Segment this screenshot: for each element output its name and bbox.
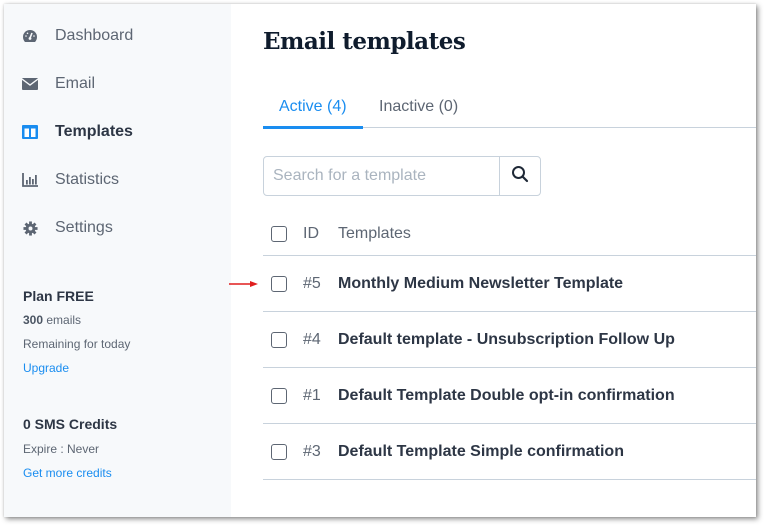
template-name[interactable]: Default template - Unsubscription Follow… bbox=[338, 331, 675, 349]
sidebar-item-settings[interactable]: Settings bbox=[22, 216, 113, 240]
annotation-arrow-icon bbox=[229, 280, 258, 287]
row-checkbox[interactable] bbox=[271, 443, 287, 460]
app-window: Dashboard Email Templates Statistics Set… bbox=[4, 4, 756, 517]
tab-active[interactable]: Active (4) bbox=[279, 98, 347, 116]
template-name[interactable]: Default Template Double opt-in confirmat… bbox=[338, 387, 675, 405]
emails-label: emails bbox=[43, 313, 82, 327]
tab-inactive[interactable]: Inactive (0) bbox=[379, 98, 458, 116]
column-header-templates: Templates bbox=[338, 224, 411, 242]
template-id: #1 bbox=[303, 386, 321, 404]
gear-icon bbox=[22, 220, 38, 236]
table-row: #1 Default Template Double opt-in confir… bbox=[263, 368, 756, 424]
table-row: #3 Default Template Simple confirmation bbox=[263, 424, 756, 480]
template-id: #3 bbox=[303, 442, 321, 460]
column-header-id: ID bbox=[303, 224, 319, 242]
envelope-icon bbox=[22, 76, 38, 92]
sidebar-item-templates[interactable]: Templates bbox=[22, 120, 133, 144]
main-content: Email templates Active (4) Inactive (0) … bbox=[229, 4, 756, 517]
plan-title: Plan FREE bbox=[23, 288, 94, 304]
table-row: #5 Monthly Medium Newsletter Template bbox=[229, 256, 756, 312]
row-checkbox[interactable] bbox=[271, 387, 287, 404]
bar-chart-icon bbox=[22, 172, 38, 188]
sidebar-item-label: Statistics bbox=[55, 171, 120, 188]
sidebar-item-label: Dashboard bbox=[55, 27, 134, 44]
templates-table: ID Templates #5 Monthly Medium Newslette… bbox=[229, 212, 756, 480]
sms-section: 0 SMS Credits Expire : Never Get more cr… bbox=[23, 416, 117, 480]
page-title: Email templates bbox=[263, 28, 466, 55]
tab-label: Active (4) bbox=[279, 98, 347, 115]
plan-section: Plan FREE 300 emails Remaining for today… bbox=[23, 288, 130, 375]
search-input[interactable] bbox=[264, 157, 499, 195]
row-checkbox[interactable] bbox=[271, 331, 287, 348]
get-more-credits-link[interactable]: Get more credits bbox=[23, 466, 112, 480]
sidebar-item-label: Settings bbox=[55, 219, 113, 236]
sms-expire: Expire : Never bbox=[23, 442, 100, 456]
template-id: #4 bbox=[303, 330, 321, 348]
table-row: #4 Default template - Unsubscription Fol… bbox=[263, 312, 756, 368]
tab-bar: Active (4) Inactive (0) bbox=[263, 90, 756, 129]
sidebar-item-dashboard[interactable]: Dashboard bbox=[22, 24, 133, 48]
sidebar: Dashboard Email Templates Statistics Set… bbox=[4, 4, 231, 517]
template-name[interactable]: Default Template Simple confirmation bbox=[338, 443, 624, 461]
search-icon bbox=[511, 165, 529, 188]
templates-icon bbox=[22, 124, 38, 140]
active-tab-indicator bbox=[263, 126, 363, 129]
dashboard-icon bbox=[22, 28, 38, 44]
upgrade-link[interactable]: Upgrade bbox=[23, 361, 69, 375]
sidebar-item-label: Templates bbox=[55, 123, 133, 140]
row-checkbox[interactable] bbox=[271, 275, 287, 292]
sms-title: 0 SMS Credits bbox=[23, 416, 118, 432]
sidebar-item-email[interactable]: Email bbox=[22, 72, 95, 96]
template-id: #5 bbox=[303, 274, 321, 292]
sidebar-item-label: Email bbox=[55, 75, 96, 92]
search-button[interactable] bbox=[499, 157, 540, 195]
plan-remaining: Remaining for today bbox=[23, 337, 131, 351]
plan-emails: 300 emails bbox=[23, 313, 130, 327]
sidebar-item-statistics[interactable]: Statistics bbox=[22, 168, 119, 192]
tab-label: Inactive (0) bbox=[379, 98, 459, 115]
search-box bbox=[263, 156, 541, 196]
emails-count: 300 bbox=[23, 313, 44, 327]
template-name[interactable]: Monthly Medium Newsletter Template bbox=[338, 275, 623, 293]
table-header: ID Templates bbox=[263, 212, 756, 256]
select-all-checkbox[interactable] bbox=[271, 225, 287, 242]
